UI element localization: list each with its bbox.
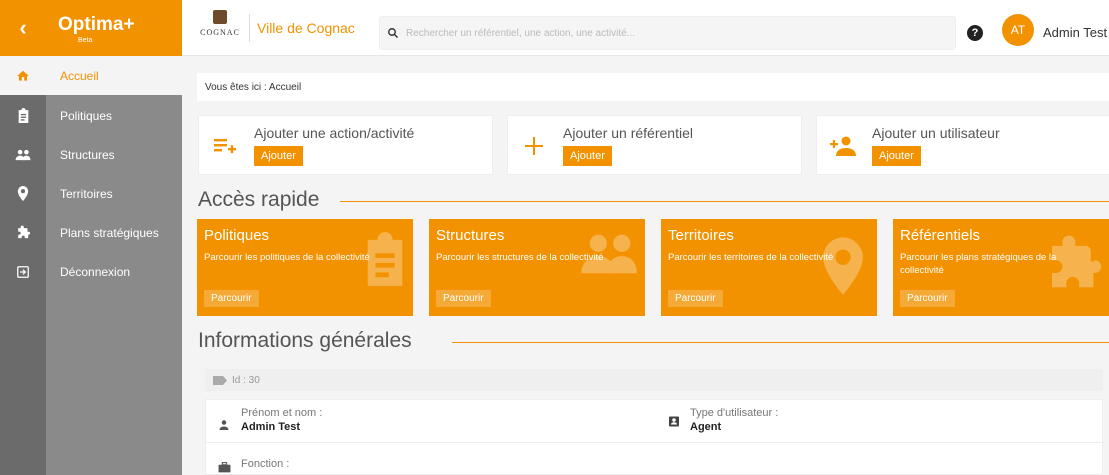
- top-header: COGNAC Ville de Cognac ? AT Admin Test: [182, 0, 1109, 56]
- add-user-button[interactable]: Ajouter: [872, 146, 921, 166]
- card-description: Parcourir les plans stratégiques de la c…: [900, 252, 1057, 277]
- card-description: Parcourir les territoires de la collecti…: [668, 252, 834, 263]
- sidebar-item-structures[interactable]: Structures: [0, 135, 182, 174]
- sidebar-item-label: Structures: [60, 147, 115, 162]
- quick-access-card-referentiels[interactable]: Référentiels Parcourir les plans stratég…: [893, 219, 1109, 316]
- app-logo[interactable]: Optima+: [58, 14, 135, 36]
- sidebar-item-territoires[interactable]: Territoires: [0, 174, 182, 213]
- city-logo[interactable]: COGNAC: [195, 10, 245, 48]
- briefcase-icon: [218, 462, 231, 473]
- browse-territoires-button[interactable]: Parcourir: [668, 290, 723, 307]
- quick-access-title: Accès rapide: [198, 188, 320, 211]
- user-type-label: Type d'utilisateur :: [690, 407, 779, 419]
- search-bar[interactable]: [379, 16, 956, 50]
- card-title: Territoires: [668, 227, 734, 244]
- section-divider: [340, 201, 1109, 202]
- brand-bar: ‹ Optima+ Beta: [0, 0, 182, 56]
- add-user-icon: [829, 132, 857, 160]
- location-pin-icon: [0, 186, 46, 201]
- person-icon: [219, 420, 229, 430]
- card-title: Structures: [436, 227, 505, 244]
- sidebar-item-label: Déconnexion: [60, 264, 131, 279]
- clipboard-icon: [0, 108, 46, 123]
- sidebar-item-deconnexion[interactable]: Déconnexion: [0, 252, 182, 291]
- quick-access-card-territoires[interactable]: Territoires Parcourir les territoires de…: [661, 219, 877, 316]
- card-description: Parcourir les politiques de la collectiv…: [204, 252, 370, 263]
- quick-add-title: Ajouter un référentiel: [563, 125, 693, 141]
- quick-access-card-politiques[interactable]: Politiques Parcourir les politiques de l…: [197, 219, 413, 316]
- id-bar: Id : 30: [205, 369, 1103, 391]
- sidebar-item-label: Territoires: [60, 186, 113, 201]
- quick-add-user-card: Ajouter un utilisateur Ajouter: [816, 115, 1109, 175]
- user-id: Id : 30: [232, 374, 260, 386]
- people-icon: [0, 149, 46, 161]
- user-name[interactable]: Admin Test: [1043, 25, 1107, 40]
- section-divider: [452, 342, 1109, 343]
- add-action-button[interactable]: Ajouter: [254, 146, 303, 166]
- sidebar-item-label: Plans stratégiques: [60, 225, 159, 240]
- card-description: Parcourir les structures de la collectiv…: [436, 252, 604, 263]
- user-info-panel: Prénom et nom : Admin Test Type d'utilis…: [205, 399, 1104, 475]
- breadcrumb: Vous êtes ici : Accueil: [197, 73, 1109, 101]
- name-field: Prénom et nom : Admin Test: [241, 407, 322, 433]
- city-name[interactable]: Ville de Cognac: [257, 20, 355, 36]
- add-list-icon: [211, 132, 239, 160]
- function-field: Fonction :: [241, 458, 289, 470]
- puzzle-icon: [0, 225, 46, 240]
- quick-access-card-structures[interactable]: Structures Parcourir les structures de l…: [429, 219, 645, 316]
- browse-structures-button[interactable]: Parcourir: [436, 290, 491, 307]
- browse-politiques-button[interactable]: Parcourir: [204, 290, 259, 307]
- help-icon[interactable]: ?: [967, 25, 983, 41]
- quick-add-title: Ajouter une action/activité: [254, 125, 415, 141]
- user-type-field: Type d'utilisateur : Agent: [690, 407, 778, 433]
- quick-add-title: Ajouter un utilisateur: [872, 125, 1000, 141]
- quick-add-action-card: Ajouter une action/activité Ajouter: [198, 115, 493, 175]
- card-title: Politiques: [204, 227, 270, 244]
- sidebar-item-label: Politiques: [60, 108, 113, 123]
- row-divider: [206, 442, 1104, 443]
- browse-referentiels-button[interactable]: Parcourir: [900, 290, 955, 307]
- function-label: Fonction :: [241, 458, 290, 470]
- sidebar-item-label: Accueil: [60, 68, 99, 83]
- id-card-icon: [669, 416, 679, 427]
- collapse-sidebar-button[interactable]: ‹: [0, 0, 46, 56]
- add-referentiel-button[interactable]: Ajouter: [563, 146, 612, 166]
- search-input[interactable]: [406, 27, 946, 39]
- sidebar-item-plans-strategiques[interactable]: Plans stratégiques: [0, 213, 182, 252]
- card-title: Référentiels: [900, 227, 981, 244]
- avatar[interactable]: AT: [1002, 14, 1034, 46]
- name-label: Prénom et nom :: [241, 407, 323, 419]
- home-icon: [0, 69, 46, 83]
- logout-icon: [0, 265, 46, 279]
- crest-icon: [213, 10, 227, 24]
- general-info-title: Informations générales: [198, 329, 412, 352]
- app-version-tag: Beta: [78, 37, 93, 44]
- location-pin-icon: [823, 237, 863, 295]
- tag-icon: [213, 375, 227, 385]
- quick-add-referentiel-card: Ajouter un référentiel Ajouter: [507, 115, 802, 175]
- plus-icon: [520, 132, 548, 160]
- header-divider: [249, 14, 250, 42]
- logo-text: COGNAC: [200, 28, 240, 37]
- sidebar-item-accueil[interactable]: Accueil: [0, 56, 182, 95]
- search-icon: [380, 27, 406, 39]
- user-type-value: Agent: [690, 421, 722, 433]
- sidebar-item-politiques[interactable]: Politiques: [0, 96, 182, 135]
- name-value: Admin Test: [241, 421, 301, 433]
